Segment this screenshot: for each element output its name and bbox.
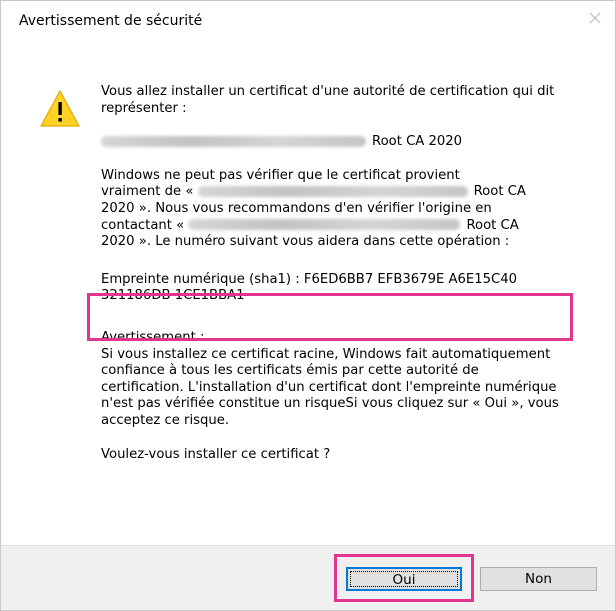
para2-line3: 2020 ». Nous vous recommandons d'en véri… [101,200,492,216]
verification-paragraph: Windows ne peut pas vérifier que le cert… [101,168,591,251]
footer-divider [1,545,615,546]
no-button[interactable]: Non [480,567,597,591]
dialog-title: Avertissement de sécurité [19,13,203,29]
install-question: Voulez-vous installer ce certificat ? [101,446,331,462]
security-warning-dialog: Avertissement de sécurité Vous allez ins… [0,0,616,611]
intro-text: Vous allez installer un certificat d'une… [101,84,555,116]
thumbprint-line1: Empreinte numérique (sha1) : F6ED6BB7 EF… [101,271,517,287]
para2-line5: 2020 ». Le numéro suivant vous aidera da… [101,234,510,250]
redacted-issuer-name [101,135,366,147]
issuer-line: Root CA 2020 [101,134,591,151]
para2-line2-prefix: vraiment de « [101,184,194,200]
para2-line2-suffix: Root CA [473,184,526,200]
warning-text: Si vous installez ce certificat racine, … [101,346,559,428]
focus-ring [350,571,458,587]
redacted-issuer-name [188,219,461,231]
warning-triangle-icon [39,89,81,129]
issuer-suffix: Root CA 2020 [372,134,463,150]
title-bar: Avertissement de sécurité [1,1,615,35]
para2-line4: contactant « Root CA [101,218,591,235]
para2-line4-prefix: contactant « [101,217,185,233]
dialog-content: Vous allez installer un certificat d'une… [101,84,591,463]
para2-line1: Windows ne peut pas vérifier que le cert… [101,167,460,183]
warning-block: Avertissement : Si vous installez ce cer… [101,330,591,430]
para2-line2: vraiment de « Root CA [101,184,591,201]
close-icon[interactable] [581,5,609,31]
no-button-label: Non [525,571,552,587]
para2-line4-suffix: Root CA [466,217,519,233]
redacted-issuer-name [197,185,468,197]
yes-button[interactable]: Oui [346,567,462,591]
thumbprint-highlight-box [87,293,573,341]
dialog-footer: Oui Non [1,545,615,610]
